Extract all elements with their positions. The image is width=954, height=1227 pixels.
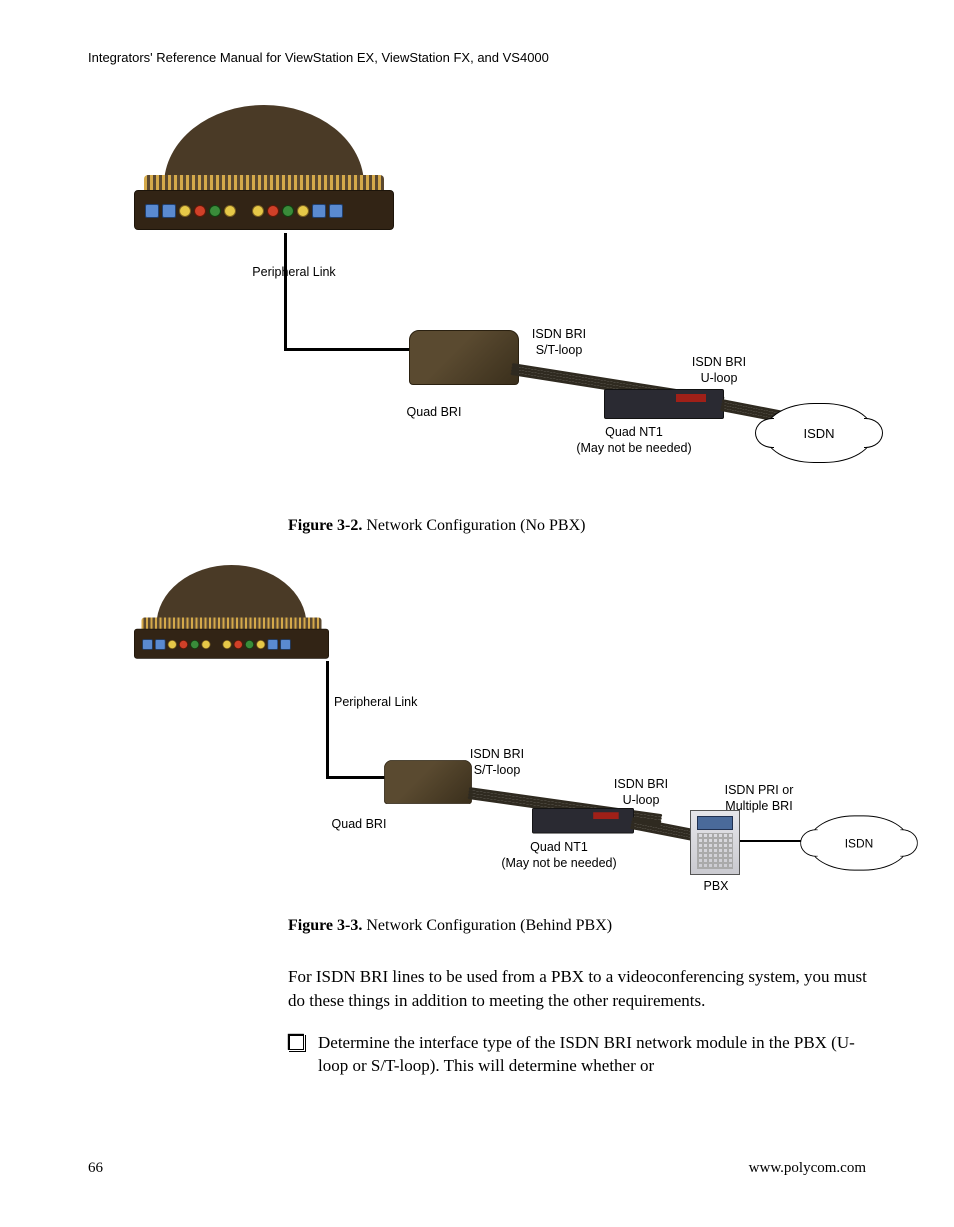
pbx-box (690, 810, 740, 875)
quad-bri-label: Quad BRI (384, 405, 484, 421)
figure-3-3-caption: Figure 3-3. Network Configuration (Behin… (288, 917, 866, 935)
isdn-pri-label: ISDN PRI or Multiple BRI (704, 783, 814, 814)
checklist-item: Determine the interface type of the ISDN… (288, 1031, 868, 1079)
isdn-bri-st-label-2: ISDN BRI S/T-loop (452, 747, 542, 778)
pbx-label: PBX (686, 879, 746, 895)
isdn-bri-st-label: ISDN BRI S/T-loop (514, 327, 604, 358)
quad-bri-device (409, 330, 519, 385)
quad-nt1-label: Quad NT1 (May not be needed) (559, 425, 709, 456)
figure-3-2: Peripheral Link Quad BRI ISDN BRI S/T-lo… (134, 105, 854, 505)
peripheral-link-label-2: Peripheral Link (334, 695, 454, 711)
isdn-bri-u-label: ISDN BRI U-loop (674, 355, 764, 386)
isdn-bri-u-label-2: ISDN BRI U-loop (596, 777, 686, 808)
body-paragraph: For ISDN BRI lines to be used from a PBX… (288, 965, 868, 1013)
isdn-cloud-label-2: ISDN (845, 836, 874, 850)
isdn-cloud-label: ISDN (803, 426, 834, 441)
quad-nt1-device-2 (532, 808, 634, 834)
peripheral-link-label: Peripheral Link (234, 265, 354, 281)
figure-3-2-caption: Figure 3-2. Network Configuration (No PB… (288, 517, 866, 535)
page-header: Integrators' Reference Manual for ViewSt… (88, 50, 866, 65)
isdn-cloud-2: ISDN (808, 815, 909, 870)
checklist: Determine the interface type of the ISDN… (288, 1031, 868, 1079)
page-number: 66 (88, 1160, 103, 1177)
figure-3-3: Peripheral Link Quad BRI ISDN BRI S/T-lo… (134, 565, 854, 905)
quad-nt1-label-2: Quad NT1 (May not be needed) (484, 840, 634, 871)
isdn-cloud: ISDN (764, 403, 874, 463)
quad-nt1-device (604, 389, 724, 419)
page-footer: 66 www.polycom.com (88, 1160, 866, 1177)
viewstation-device-2 (134, 565, 329, 663)
footer-url: www.polycom.com (749, 1160, 866, 1177)
quad-bri-label-2: Quad BRI (309, 817, 409, 833)
viewstation-device (134, 105, 394, 235)
checkbox-icon (288, 1034, 304, 1050)
checklist-item-text: Determine the interface type of the ISDN… (318, 1031, 868, 1079)
